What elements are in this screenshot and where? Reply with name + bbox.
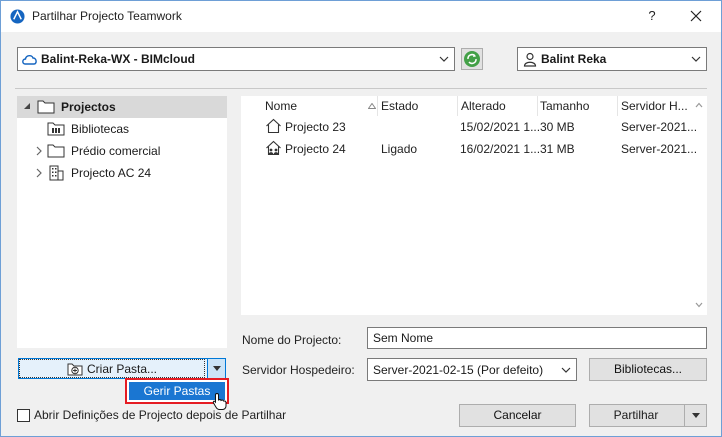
host-server-value: Server-2021-02-15 (Por defeito): [373, 363, 544, 377]
column-header-alterado[interactable]: Alterado: [461, 99, 506, 113]
caret-down-icon: [692, 413, 700, 418]
building-icon: [49, 165, 64, 181]
project-size-cell: 30 MB: [540, 120, 575, 134]
share-split-button[interactable]: Partilhar: [589, 404, 707, 427]
new-folder-icon: [67, 363, 83, 376]
project-size-cell: 31 MB: [540, 142, 575, 156]
cancel-button[interactable]: Cancelar: [459, 404, 576, 427]
project-name-cell: Projecto 24: [285, 142, 346, 156]
window-title: Partilhar Projecto Teamwork: [32, 9, 182, 23]
project-changed-cell: 16/02/2021 1...: [460, 142, 541, 156]
column-header-tamanho[interactable]: Tamanho: [540, 99, 589, 113]
project-name-label: Nome do Projecto:: [242, 333, 342, 347]
table-row[interactable]: Projecto 24 Ligado 16/02/2021 1... 31 MB…: [241, 138, 697, 160]
libraries-button[interactable]: Bibliotecas...: [589, 358, 707, 381]
folder-icon: [37, 100, 55, 114]
project-changed-cell: 15/02/2021 1...: [460, 120, 541, 134]
chevron-down-icon: [439, 56, 449, 62]
archicad-logo-icon: [10, 9, 25, 24]
close-icon[interactable]: [681, 5, 711, 27]
share-dropdown[interactable]: [684, 405, 706, 426]
bimcloud-icon: [22, 54, 37, 65]
project-list[interactable]: Nome Estado Alterado Tamanho Servidor H.…: [241, 96, 707, 315]
column-divider[interactable]: [617, 96, 618, 116]
column-header-nome[interactable]: Nome: [265, 99, 297, 113]
column-header-servidor[interactable]: Servidor H...: [621, 99, 688, 113]
host-server-select[interactable]: Server-2021-02-15 (Por defeito): [367, 358, 577, 381]
tree-item-predio-comercial[interactable]: Prédio comercial: [17, 140, 227, 162]
title-bar: Partilhar Projecto Teamwork ?: [1, 1, 721, 32]
scroll-down-icon[interactable]: [695, 302, 703, 308]
tree-item-label: Projectos: [61, 100, 116, 114]
help-button[interactable]: ?: [637, 5, 667, 27]
server-select-value: Balint-Reka-WX - BIMcloud: [41, 52, 196, 66]
refresh-icon: [464, 51, 480, 67]
tree-item-label: Bibliotecas: [71, 122, 130, 136]
chevron-down-icon: [691, 56, 701, 62]
caret-down-icon: [213, 366, 221, 371]
chevron-right-icon[interactable]: [35, 168, 43, 178]
user-icon: [523, 52, 537, 67]
open-settings-checkbox[interactable]: [17, 409, 30, 422]
folder-tree[interactable]: Projectos Bibliotecas Prédio comercial P: [17, 96, 227, 348]
user-select-value: Balint Reka: [541, 52, 607, 66]
chevron-down-icon: [561, 367, 571, 373]
share-button[interactable]: Partilhar: [590, 405, 682, 426]
user-select[interactable]: Balint Reka: [517, 47, 707, 71]
column-header-estado[interactable]: Estado: [381, 99, 418, 113]
tree-item-label: Projecto AC 24: [71, 166, 152, 180]
create-folder-button[interactable]: Criar Pasta...: [19, 359, 205, 378]
tree-item-projectos[interactable]: Projectos: [17, 96, 227, 118]
create-folder-dropdown[interactable]: [207, 359, 225, 378]
project-server-cell: Server-2021...: [621, 142, 698, 156]
share-teamwork-dialog: Partilhar Projecto Teamwork ? Balint-Rek…: [0, 0, 722, 437]
host-server-label: Servidor Hospedeiro:: [242, 363, 355, 377]
scroll-up-icon[interactable]: [695, 102, 703, 108]
divider: [15, 88, 707, 89]
column-divider[interactable]: [537, 96, 538, 116]
chevron-right-icon[interactable]: [35, 146, 43, 156]
project-house-icon: [266, 118, 281, 134]
project-state-cell: Ligado: [381, 142, 418, 156]
table-row[interactable]: Projecto 23 15/02/2021 1... 30 MB Server…: [241, 116, 697, 138]
create-folder-label: Criar Pasta...: [86, 362, 158, 376]
collapse-icon[interactable]: [23, 102, 31, 110]
vertical-scrollbar[interactable]: [691, 96, 707, 315]
library-folder-icon: [47, 122, 65, 136]
column-divider[interactable]: [457, 96, 458, 116]
folder-icon: [47, 144, 65, 158]
tree-item-bibliotecas[interactable]: Bibliotecas: [17, 118, 227, 140]
tree-item-label: Prédio comercial: [71, 144, 161, 158]
project-name-cell: Projecto 23: [285, 120, 346, 134]
refresh-button[interactable]: [461, 48, 483, 70]
sort-ascending-icon: [368, 103, 376, 109]
create-folder-split-button[interactable]: Criar Pasta...: [18, 358, 226, 379]
tree-item-projecto-ac-24[interactable]: Projecto AC 24: [17, 162, 227, 184]
project-shared-house-icon: [266, 140, 281, 156]
project-name-input[interactable]: Sem Nome: [367, 327, 707, 349]
project-server-cell: Server-2021...: [621, 120, 698, 134]
open-settings-label[interactable]: Abrir Definições de Projecto depois de P…: [34, 408, 286, 422]
manage-folders-menu-item[interactable]: Gerir Pastas: [129, 382, 225, 400]
column-divider[interactable]: [377, 96, 378, 116]
server-select[interactable]: Balint-Reka-WX - BIMcloud: [17, 47, 455, 71]
